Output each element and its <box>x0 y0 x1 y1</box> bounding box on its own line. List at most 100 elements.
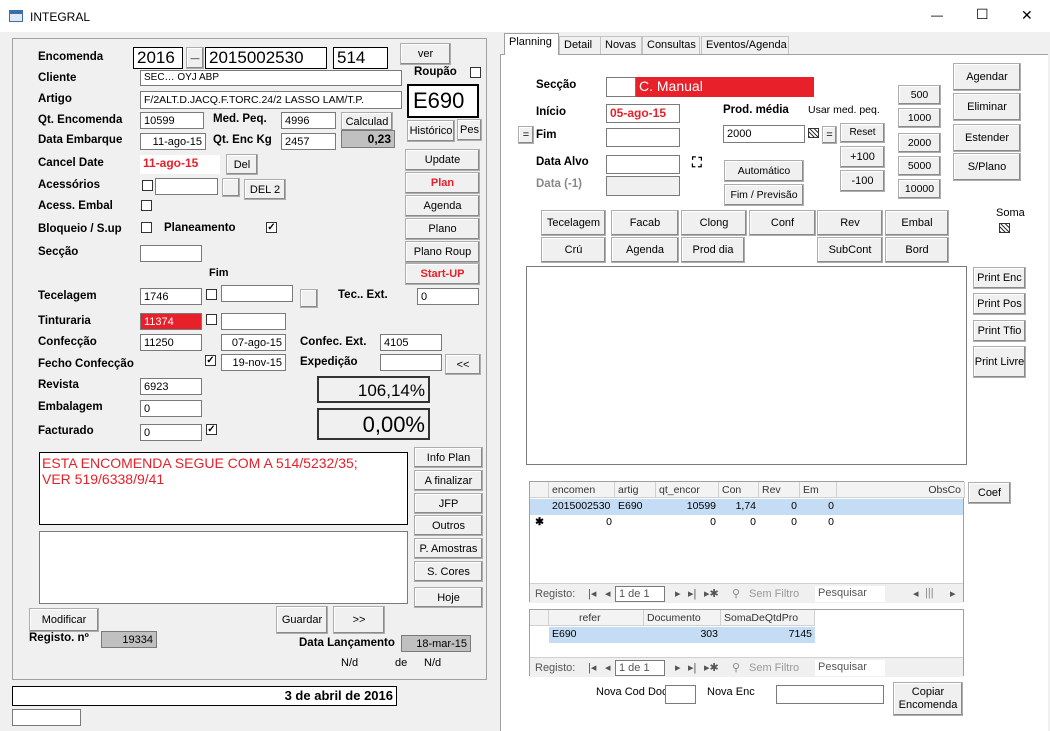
plan-fim-field[interactable] <box>606 128 680 147</box>
side-button-plan[interactable]: Plan <box>405 172 480 194</box>
prev-record-icon[interactable]: ◂ <box>605 587 611 600</box>
next-button[interactable]: >> <box>333 606 385 634</box>
back-button[interactable]: << <box>445 354 481 375</box>
encomenda-dash-button[interactable]: — <box>186 47 204 69</box>
action-button-s-plano[interactable]: S/Plano <box>953 153 1021 181</box>
grid1-header-em[interactable]: Em <box>800 482 837 498</box>
print-button-print-pos[interactable]: Print Pos <box>973 293 1026 315</box>
last-record-icon[interactable]: ▸| <box>688 587 696 600</box>
info-button-jfp[interactable]: JFP <box>414 493 483 514</box>
info-button-hoje[interactable]: Hoje <box>414 587 483 608</box>
bloqueio-checkbox[interactable] <box>141 222 152 233</box>
info-button-s-cores[interactable]: S. Cores <box>414 561 483 582</box>
reset-button[interactable]: Reset <box>840 123 885 143</box>
nova-cod-doc-field[interactable] <box>665 685 696 704</box>
grid1-record-position[interactable]: 1 de 1 <box>615 586 665 602</box>
grid1-header-artigo[interactable]: artig <box>615 482 656 498</box>
grid1-scroll-track[interactable]: ||| <box>925 587 934 599</box>
med-peq-field[interactable]: 4996 <box>281 112 336 129</box>
plan-seccao-field[interactable]: C. Manual <box>636 77 814 97</box>
notes-box-2[interactable] <box>39 531 408 604</box>
section-button-bord[interactable]: Bord <box>885 237 949 263</box>
acessorios-field[interactable] <box>155 178 218 195</box>
grid1-sem-filtro[interactable]: Sem Filtro <box>749 588 799 600</box>
grid1-header-con[interactable]: Con <box>719 482 759 498</box>
calculad-button[interactable]: Calculad <box>341 112 393 131</box>
prod-media-field[interactable]: 2000 <box>723 125 805 143</box>
confec-ext-field[interactable]: 4105 <box>380 334 442 351</box>
grid2-record-position[interactable]: 1 de 1 <box>615 660 665 676</box>
acessorios-checkbox[interactable] <box>142 180 153 191</box>
del2-button[interactable]: DEL 2 <box>244 179 286 200</box>
fim-eq-button[interactable]: = <box>518 126 534 144</box>
section-button-cr-[interactable]: Crú <box>541 237 606 263</box>
grid1-header-rev[interactable]: Rev <box>759 482 800 498</box>
orders-datasheet[interactable]: encomen artig qt_encor Con Rev Em ObsCo … <box>529 481 965 603</box>
info-button-p-amostras[interactable]: P. Amostras <box>414 538 483 559</box>
section-button-agenda[interactable]: Agenda <box>611 237 679 263</box>
close-button[interactable]: ✕ <box>1021 7 1033 24</box>
ver-button[interactable]: ver <box>400 43 451 65</box>
fim-previsao-button[interactable]: Fim / Previsão <box>724 184 804 206</box>
tab-eventos-agenda[interactable]: Eventos/Agenda <box>701 36 789 54</box>
fecho-checkbox[interactable]: ✓ <box>205 355 216 366</box>
tinturaria-fim-field[interactable] <box>221 313 286 330</box>
cliente-field[interactable]: SEC… OYJ ABP <box>140 70 402 86</box>
info-button-outros[interactable]: Outros <box>414 515 483 536</box>
nova-enc-field[interactable] <box>776 685 884 704</box>
grid2-header-soma[interactable]: SomaDeQtdPro <box>721 610 815 626</box>
grid2-sem-filtro[interactable]: Sem Filtro <box>749 662 799 674</box>
section-button-subcont[interactable]: SubCont <box>817 237 883 263</box>
side-button-start-up[interactable]: Start-UP <box>405 263 480 285</box>
section-button-rev[interactable]: Rev <box>817 210 883 236</box>
info-button-info-plan[interactable]: Info Plan <box>414 447 483 468</box>
new-record-nav-icon[interactable]: ▸✱ <box>704 587 719 600</box>
action-button-eliminar[interactable]: Eliminar <box>953 93 1021 121</box>
facturado-field[interactable]: 0 <box>140 424 202 441</box>
grid2-filter-icon[interactable]: ⚲ <box>732 661 740 674</box>
section-button-prod-dia[interactable]: Prod dia <box>681 237 745 263</box>
facturado-checkbox[interactable]: ✓ <box>206 424 217 435</box>
grid1-header-encomenda[interactable]: encomen <box>549 482 615 498</box>
grid2-pesquisar-field[interactable]: Pesquisar <box>815 660 885 676</box>
binoculars-icon[interactable]: ⛶ <box>692 154 702 171</box>
side-button-update[interactable]: Update <box>405 149 480 171</box>
embalagem-field[interactable]: 0 <box>140 400 202 417</box>
grid1-header-obs[interactable]: ObsCo <box>837 482 965 498</box>
encomenda-year-field[interactable]: 2016 <box>133 47 183 69</box>
data-alvo-field[interactable] <box>606 155 680 174</box>
planeamento-checkbox[interactable]: ✓ <box>266 222 277 233</box>
tinturaria-field[interactable]: 11374 <box>140 313 202 330</box>
side-button-agenda[interactable]: Agenda <box>405 195 480 217</box>
qty-button-10000[interactable]: 10000 <box>898 179 941 199</box>
grid2-last-record-icon[interactable]: ▸| <box>688 661 696 674</box>
section-button-tecelagem[interactable]: Tecelagem <box>541 210 606 236</box>
side-button-plano-roup[interactable]: Plano Roup <box>405 241 480 263</box>
tab-consultas[interactable]: Consultas <box>642 36 700 54</box>
tab-novas[interactable]: Novas <box>600 36 642 54</box>
del-button[interactable]: Del <box>226 154 258 175</box>
roupao-checkbox[interactable] <box>470 67 481 78</box>
soma-grid-icon[interactable] <box>999 223 1010 233</box>
minus100-button[interactable]: -100 <box>840 170 885 192</box>
section-button-embal[interactable]: Embal <box>885 210 949 236</box>
coef-button[interactable]: Coef <box>968 482 1011 504</box>
action-button-estender[interactable]: Estender <box>953 124 1021 152</box>
documents-datasheet[interactable]: refer Documento SomaDeQtdPro E690 303 71… <box>529 609 964 677</box>
section-button-facab[interactable]: Facab <box>611 210 679 236</box>
guardar-button[interactable]: Guardar <box>276 606 328 634</box>
table-row[interactable]: E690 303 7145 <box>549 627 815 643</box>
print-button-print-livre[interactable]: Print Livre <box>973 346 1026 378</box>
qt-enc-kg-field[interactable]: 2457 <box>281 133 336 150</box>
copiar-encomenda-button[interactable]: Copiar Encomenda <box>893 682 963 716</box>
tec-ext-field[interactable]: 0 <box>417 288 479 305</box>
cancel-date-field[interactable]: 11-ago-15 <box>140 155 220 174</box>
acessorios-small-button[interactable] <box>222 178 240 197</box>
notes-box[interactable]: ESTA ENCOMENDA SEGUE COM A 514/5232/35; … <box>39 452 408 525</box>
prod-media-eq-button[interactable]: = <box>822 126 837 144</box>
print-button-print-enc[interactable]: Print Enc <box>973 267 1026 289</box>
tab-planning[interactable]: Planning <box>504 33 559 55</box>
qty-button-1000[interactable]: 1000 <box>898 108 941 128</box>
minimize-button[interactable]: — <box>931 8 943 22</box>
qt-encomenda-field[interactable]: 10599 <box>140 112 204 129</box>
